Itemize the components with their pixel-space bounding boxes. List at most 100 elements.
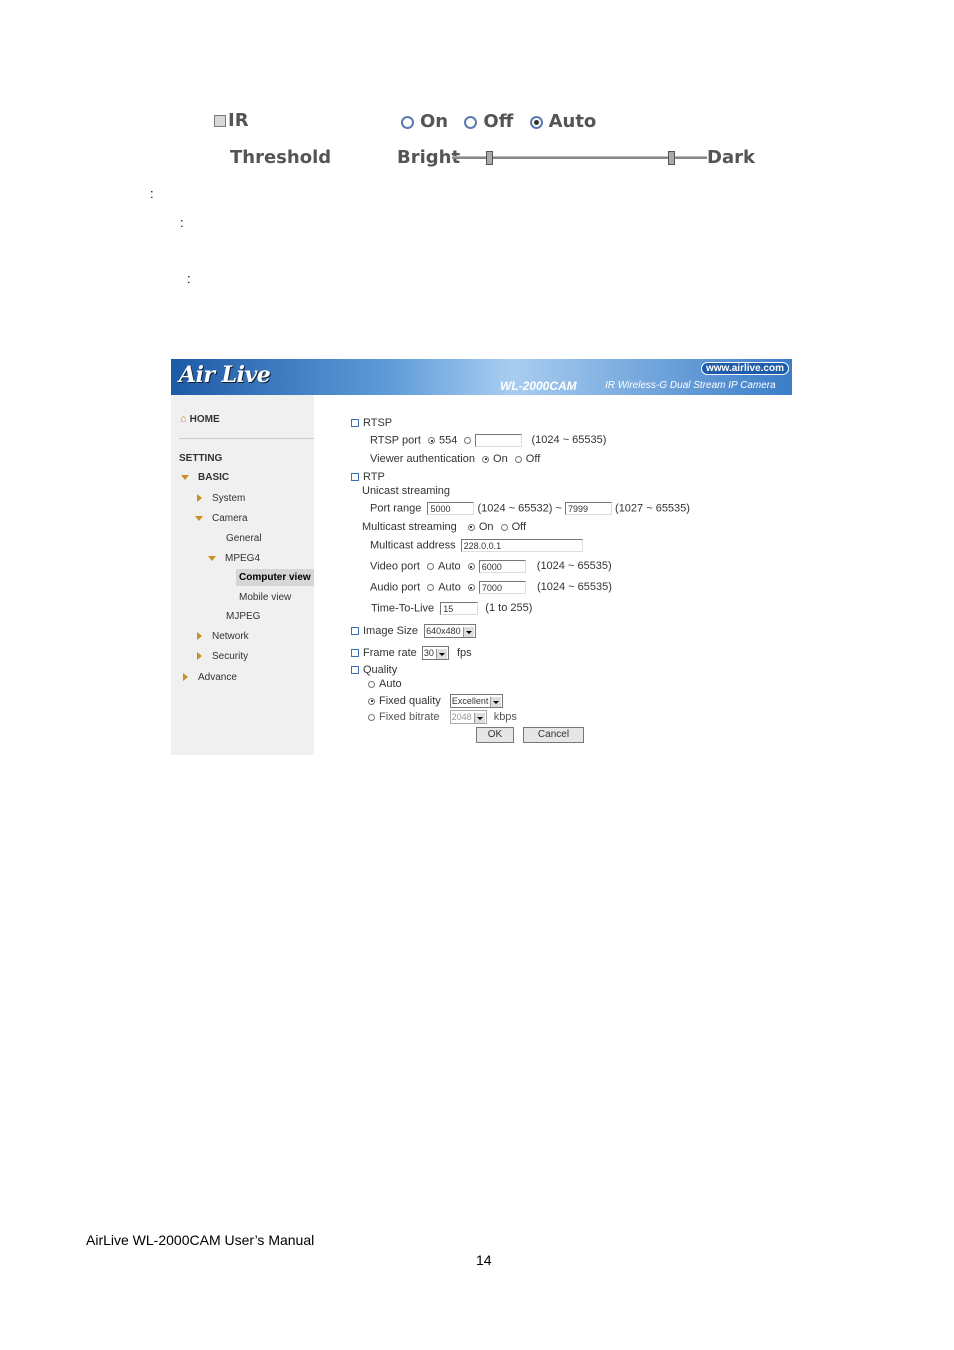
port-to-range: (1027 ~ 65535): [615, 502, 690, 515]
network-label: Network: [212, 631, 249, 642]
sidebar-item-camera[interactable]: Camera: [195, 513, 248, 524]
fixed-quality-radio[interactable]: [368, 697, 375, 705]
ir-off-radio[interactable]: [464, 115, 478, 129]
threshold-label: Threshold: [230, 147, 332, 168]
fixed-bitrate-value: 2048: [451, 712, 472, 722]
viewer-auth-on-radio[interactable]: [482, 455, 490, 463]
viewer-auth-off-label: Off: [525, 453, 541, 465]
viewer-auth-off-radio[interactable]: [514, 455, 522, 463]
viewer-auth-row: Viewer authentication On Off: [370, 453, 540, 465]
sidebar-item-network[interactable]: Network: [197, 631, 249, 642]
rtsp-port-input[interactable]: [475, 434, 523, 447]
ir-auto-label: Auto: [548, 111, 597, 132]
fixed-bitrate-label: Fixed bitrate: [379, 710, 440, 723]
airlive-logo: Air Live: [179, 362, 271, 388]
fixed-bitrate-row: Fixed bitrate 2048 kbps: [364, 710, 517, 724]
colon-3: :: [187, 271, 191, 286]
threshold-slider-knob-high[interactable]: [668, 151, 675, 165]
colon-1: :: [150, 186, 154, 201]
dropdown-arrow-icon: [435, 648, 447, 659]
sidebar-item-basic[interactable]: BASIC: [181, 472, 229, 483]
threshold-slider-knob-low[interactable]: [486, 151, 493, 165]
model-name: WL-2000CAM: [500, 379, 577, 393]
sidebar-item-mpeg4[interactable]: MPEG4: [208, 553, 260, 564]
audio-port-input[interactable]: 7000: [478, 581, 526, 594]
sidebar-item-mobile-view[interactable]: Mobile view: [239, 592, 291, 603]
sidebar-item-security[interactable]: Security: [197, 651, 248, 662]
fixed-quality-label: Fixed quality: [379, 694, 441, 707]
collapsed-arrow-icon: [183, 673, 188, 682]
ttl-label: Time-To-Live: [371, 602, 435, 615]
port-to-input[interactable]: 7999: [564, 502, 612, 515]
video-port-custom-radio[interactable]: [467, 563, 475, 570]
camera-label: Camera: [212, 513, 248, 524]
fixed-bitrate-select[interactable]: 2048: [449, 710, 487, 724]
video-port-auto-radio[interactable]: [427, 563, 435, 570]
sidebar-item-mjpeg[interactable]: MJPEG: [226, 611, 260, 622]
home-icon: ⌂: [180, 413, 187, 425]
multicast-address-row: Multicast address 228.0.0.1: [370, 539, 583, 552]
audio-port-custom-radio[interactable]: [467, 584, 475, 591]
video-port-label: Video port: [370, 560, 420, 573]
fixed-quality-value: Excellent: [451, 696, 489, 706]
advance-label: Advance: [198, 672, 237, 683]
multicast-off-radio[interactable]: [500, 523, 508, 531]
expanded-arrow-icon: [208, 555, 216, 561]
section-marker-icon: [351, 649, 359, 657]
viewer-auth-on-label: On: [493, 453, 508, 465]
rtsp-port-range: (1024 ~ 65535): [531, 434, 607, 447]
sidebar-divider: [179, 438, 314, 439]
frame-rate-label: Frame rate: [363, 646, 417, 659]
sidebar-item-system[interactable]: System: [197, 493, 245, 504]
multicast-on-label: On: [478, 521, 494, 533]
fps-unit: fps: [456, 646, 472, 659]
basic-label: BASIC: [198, 472, 230, 483]
fixed-quality-row: Fixed quality Excellent: [364, 694, 504, 708]
frame-rate-row: Frame rate 30 fps: [351, 646, 472, 660]
ir-checkbox-icon: [214, 115, 226, 127]
rtsp-port-default-radio[interactable]: [428, 437, 436, 444]
dropdown-arrow-icon: [462, 626, 474, 637]
audio-port-range: (1024 ~ 65535): [536, 581, 612, 594]
quality-auto-radio[interactable]: [368, 680, 375, 688]
sidebar-item-home[interactable]: ⌂ HOME: [180, 413, 220, 425]
multicast-address-input[interactable]: 228.0.0.1: [460, 539, 583, 552]
audio-port-auto-radio[interactable]: [427, 584, 435, 591]
ok-button[interactable]: OK: [476, 727, 514, 743]
image-size-select[interactable]: 640x480: [424, 624, 476, 638]
rtp-heading: RTP: [351, 471, 385, 483]
rtsp-settings-screenshot: Air Live www.airlive.com WL-2000CAM IR W…: [171, 359, 792, 755]
sidebar-item-computer-view[interactable]: Computer view: [236, 569, 314, 586]
website-link[interactable]: www.airlive.com: [701, 362, 789, 375]
sidebar: ⌂ HOME SETTING BASIC System Camera Genera…: [171, 395, 314, 755]
fixed-bitrate-radio[interactable]: [368, 713, 375, 721]
cancel-button[interactable]: Cancel: [523, 727, 584, 743]
port-from-range: (1024 ~ 65532) ~: [477, 502, 562, 515]
dropdown-arrow-icon: [473, 712, 485, 723]
fixed-quality-select[interactable]: Excellent: [449, 694, 504, 708]
ir-auto-radio[interactable]: [529, 115, 543, 129]
video-port-auto-label: Auto: [438, 560, 461, 573]
sidebar-item-advance[interactable]: Advance: [183, 672, 237, 683]
quality-heading-text: Quality: [363, 664, 398, 676]
rtsp-port-label: RTSP port: [370, 434, 421, 447]
ir-label-row: IR: [214, 110, 249, 131]
frame-rate-select[interactable]: 30: [421, 646, 449, 660]
ir-on-radio[interactable]: [401, 115, 414, 129]
rtsp-port-custom-radio[interactable]: [464, 437, 472, 444]
video-port-input[interactable]: 6000: [478, 560, 526, 573]
image-size-value: 640x480: [426, 626, 461, 636]
port-range-row: Port range 5000 (1024 ~ 65532) ~ 7999 (1…: [370, 502, 690, 515]
unicast-label: Unicast streaming: [362, 485, 451, 497]
sidebar-item-general[interactable]: General: [226, 533, 262, 544]
ttl-input[interactable]: 15: [440, 602, 479, 615]
port-from-input[interactable]: 5000: [427, 502, 475, 515]
multicast-label: Multicast streaming: [362, 521, 457, 533]
port-range-label: Port range: [370, 502, 422, 515]
ir-off-label: Off: [483, 111, 514, 132]
expanded-arrow-icon: [181, 474, 189, 480]
ttl-range: (1 to 255): [485, 602, 533, 615]
quality-auto-label: Auto: [379, 678, 402, 690]
multicast-on-radio[interactable]: [467, 523, 475, 531]
computer-view-label: Computer view: [239, 572, 311, 583]
